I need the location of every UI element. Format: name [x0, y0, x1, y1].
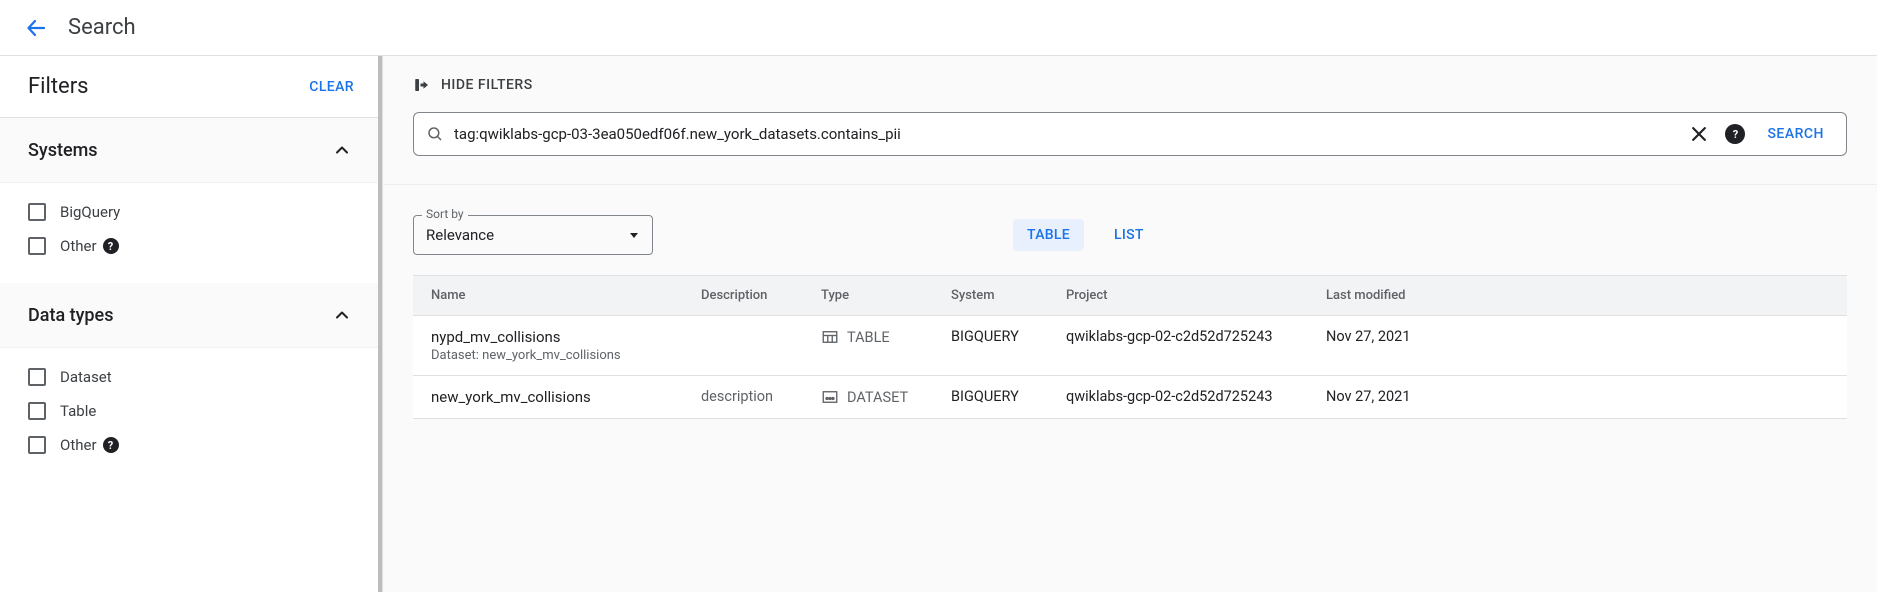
- search-input[interactable]: [452, 124, 1681, 144]
- search-bar: ? SEARCH: [413, 112, 1847, 156]
- filter-section-systems[interactable]: Systems: [0, 118, 382, 183]
- cell-system: BIGQUERY: [951, 388, 1066, 405]
- col-header-name: Name: [431, 288, 701, 303]
- cell-description: description: [701, 388, 821, 405]
- page-title: Search: [68, 15, 136, 40]
- filters-header: Filters CLEAR: [0, 56, 382, 118]
- row-subtitle: Dataset: new_york_mv_collisions: [431, 348, 701, 363]
- help-icon[interactable]: ?: [103, 238, 119, 254]
- filter-section-title: Data types: [28, 305, 113, 326]
- filters-title: Filters: [28, 74, 89, 99]
- col-header-last-modified: Last modified: [1326, 288, 1486, 303]
- hide-filters-label: HIDE FILTERS: [441, 77, 533, 93]
- checkbox[interactable]: [28, 368, 46, 386]
- filter-option-bigquery[interactable]: BigQuery: [28, 195, 354, 229]
- cell-name: nypd_mv_collisions Dataset: new_york_mv_…: [431, 328, 701, 363]
- search-button[interactable]: SEARCH: [1753, 126, 1838, 142]
- row-name: new_york_mv_collisions: [431, 388, 701, 406]
- type-text: DATASET: [847, 389, 908, 406]
- col-header-system: System: [951, 288, 1066, 303]
- cell-type: TABLE: [821, 328, 951, 346]
- filter-option-label: Table: [60, 402, 96, 420]
- chevron-up-icon: [330, 303, 354, 327]
- view-toggle: TABLE LIST: [1013, 219, 1158, 251]
- top-bar: Search: [0, 0, 1877, 56]
- filter-option-label: Other: [60, 436, 97, 454]
- sort-by-label: Sort by: [422, 207, 468, 221]
- arrow-left-icon: [24, 16, 48, 40]
- help-icon[interactable]: ?: [103, 437, 119, 453]
- hide-filters-button[interactable]: HIDE FILTERS: [413, 76, 533, 94]
- row-name: nypd_mv_collisions: [431, 328, 701, 346]
- cell-last-modified: Nov 27, 2021: [1326, 328, 1486, 345]
- results-controls: Sort by Relevance TABLE LIST: [383, 185, 1877, 275]
- clear-filters-button[interactable]: CLEAR: [309, 79, 354, 95]
- filter-option-label: Dataset: [60, 368, 112, 386]
- filter-option-dataset[interactable]: Dataset: [28, 360, 354, 394]
- table-icon: [821, 328, 839, 346]
- checkbox[interactable]: [28, 237, 46, 255]
- collapse-panel-icon: [413, 76, 431, 94]
- filter-options-datatypes: Dataset Table Other ?: [0, 348, 382, 482]
- cell-last-modified: Nov 27, 2021: [1326, 388, 1486, 405]
- close-icon: [1689, 124, 1709, 144]
- main: HIDE FILTERS ? SEARCH Sort by Relevance: [383, 56, 1877, 592]
- scrollbar[interactable]: [376, 56, 382, 592]
- chevron-down-icon: [616, 229, 652, 241]
- cell-system: BIGQUERY: [951, 328, 1066, 345]
- main-top: HIDE FILTERS ? SEARCH: [383, 56, 1877, 185]
- sidebar: Filters CLEAR Systems BigQuery Other ? D…: [0, 56, 383, 592]
- col-header-project: Project: [1066, 288, 1326, 303]
- table-row[interactable]: nypd_mv_collisions Dataset: new_york_mv_…: [413, 316, 1847, 376]
- checkbox[interactable]: [28, 203, 46, 221]
- checkbox[interactable]: [28, 436, 46, 454]
- filter-section-title: Systems: [28, 140, 98, 161]
- table-header: Name Description Type System Project Las…: [413, 275, 1847, 316]
- results-table: Name Description Type System Project Las…: [413, 275, 1847, 419]
- table-row[interactable]: new_york_mv_collisions description DATAS…: [413, 376, 1847, 419]
- sort-by-value: Relevance: [414, 226, 616, 244]
- layout: Filters CLEAR Systems BigQuery Other ? D…: [0, 56, 1877, 592]
- cell-project: qwiklabs-gcp-02-c2d52d725243: [1066, 388, 1326, 405]
- back-button[interactable]: [16, 8, 56, 48]
- view-table-button[interactable]: TABLE: [1013, 219, 1084, 251]
- col-header-type: Type: [821, 288, 951, 303]
- filter-option-label: Other: [60, 237, 97, 255]
- search-icon: [426, 125, 444, 143]
- filter-option-systems-other[interactable]: Other ?: [28, 229, 354, 263]
- clear-search-button[interactable]: [1681, 116, 1717, 152]
- col-header-description: Description: [701, 288, 821, 303]
- filter-option-label: BigQuery: [60, 203, 120, 221]
- dataset-icon: [821, 388, 839, 406]
- cell-name: new_york_mv_collisions: [431, 388, 701, 406]
- filter-options-systems: BigQuery Other ?: [0, 183, 382, 283]
- cell-type: DATASET: [821, 388, 951, 406]
- sort-by-select[interactable]: Sort by Relevance: [413, 215, 653, 255]
- type-text: TABLE: [847, 329, 890, 346]
- view-list-button[interactable]: LIST: [1100, 219, 1158, 251]
- chevron-up-icon: [330, 138, 354, 162]
- filter-section-data-types[interactable]: Data types: [0, 283, 382, 348]
- cell-project: qwiklabs-gcp-02-c2d52d725243: [1066, 328, 1326, 345]
- help-icon[interactable]: ?: [1725, 124, 1745, 144]
- checkbox[interactable]: [28, 402, 46, 420]
- filter-option-table[interactable]: Table: [28, 394, 354, 428]
- filter-option-datatypes-other[interactable]: Other ?: [28, 428, 354, 462]
